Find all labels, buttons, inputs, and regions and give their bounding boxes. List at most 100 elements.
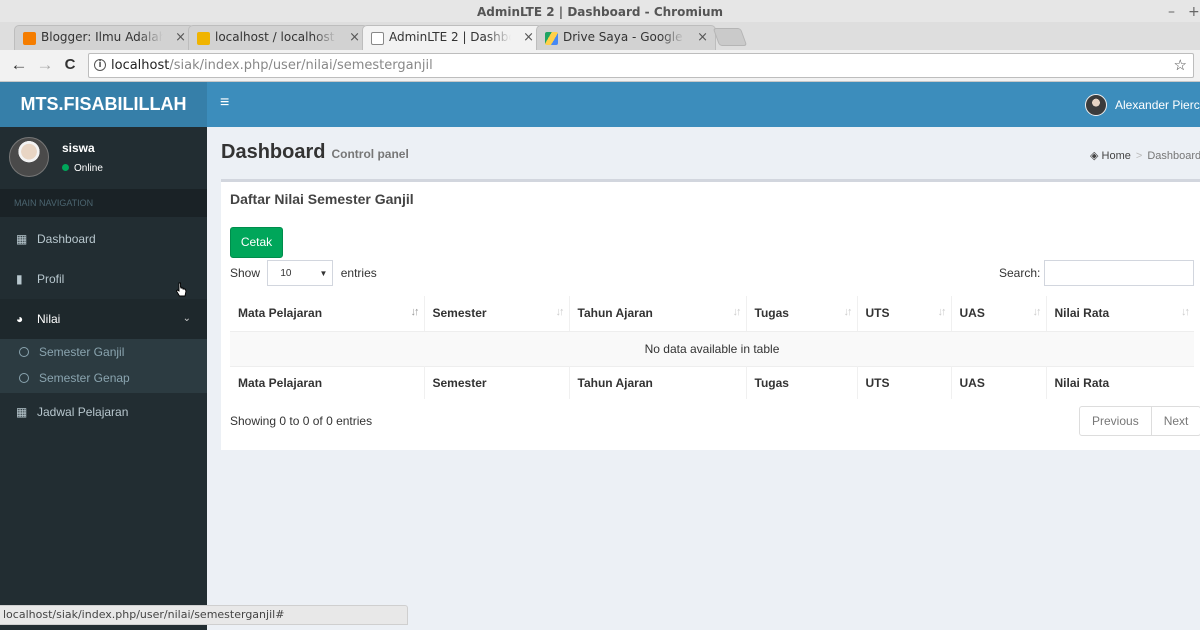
circle-icon <box>19 347 29 357</box>
back-button[interactable]: ← <box>8 54 30 76</box>
window-titlebar: AdminLTE 2 | Dashboard - Chromium – + <box>0 0 1200 24</box>
submenu-item-label: Semester Genap <box>39 371 130 385</box>
address-bar: ← → C i localhost/siak/index.php/user/ni… <box>0 50 1200 82</box>
tab-phpmyadmin[interactable]: localhost / localhost / siak × <box>188 25 368 50</box>
window-title: AdminLTE 2 | Dashboard - Chromium <box>476 5 724 19</box>
online-dot-icon <box>62 164 69 171</box>
header-user-name: Alexander Pierce <box>1115 98 1200 112</box>
footer-mata-pelajaran: Mata Pelajaran <box>230 365 425 399</box>
footer-semester: Semester <box>424 365 570 399</box>
search-input[interactable] <box>1044 260 1194 286</box>
column-header-tugas[interactable]: Tugas ↓↑ <box>746 296 858 332</box>
previous-button[interactable]: Previous <box>1080 407 1151 435</box>
column-header-mata-pelajaran[interactable]: Mata Pelajaran ↓↑ <box>230 296 425 332</box>
sort-icon: ↓↑ <box>937 306 947 318</box>
grades-box: Daftar Nilai Semester Ganjil Cetak Show … <box>221 179 1200 450</box>
tab-label: AdminLTE 2 | Dashboard <box>389 30 511 44</box>
tab-close-icon[interactable]: × <box>697 26 708 49</box>
submenu-item-semester-genap[interactable]: Semester Genap <box>0 365 207 391</box>
maximize-button[interactable]: + <box>1188 0 1200 24</box>
column-label: Semester <box>432 306 487 321</box>
breadcrumb-home[interactable]: Home <box>1102 150 1131 162</box>
column-label: UTS <box>865 306 890 321</box>
nilai-submenu: Semester Ganjil Semester Genap <box>0 339 207 393</box>
column-label: Nilai Rata <box>1054 306 1110 321</box>
table-header-row: Mata Pelajaran ↓↑ Semester ↓↑ Tahun Ajaran… <box>230 296 1194 332</box>
forward-button[interactable]: → <box>34 54 56 76</box>
page-title: Dashboard Control panel <box>221 141 409 164</box>
sidebar-item-label: Profil <box>37 272 65 286</box>
th-icon: ▦ <box>16 405 28 419</box>
tab-close-icon[interactable]: × <box>175 26 186 49</box>
reload-button[interactable]: C <box>59 54 81 76</box>
minimize-button[interactable]: – <box>1168 0 1175 24</box>
adminlte-app: MTS.FISABILILLAH ≡ Alexander Pierce sisw… <box>0 82 1200 630</box>
tab-blogger[interactable]: Blogger: Ilmu Adalah Cahaya × <box>14 25 194 50</box>
dashboard-icon: ◈ <box>1090 150 1099 162</box>
table-info: Showing 0 to 0 of 0 entries <box>230 414 373 428</box>
footer-nilai-rata: Nilai Rata <box>1046 365 1194 399</box>
th-icon: ▦ <box>16 232 28 246</box>
entries-select[interactable]: 10 ▼ <box>267 260 334 286</box>
tab-label: Drive Saya - Google Drive <box>563 30 685 44</box>
search-label: Search: <box>999 266 1041 280</box>
logo[interactable]: MTS.FISABILILLAH <box>0 82 207 127</box>
status-bar: localhost/siak/index.php/user/nilai/seme… <box>0 605 408 625</box>
submenu-item-semester-ganjil[interactable]: Semester Ganjil <box>0 339 207 365</box>
column-label: Tahun Ajaran <box>577 306 653 321</box>
url-host: localhost <box>111 58 170 73</box>
table-footer-row: Mata Pelajaran Semester Tahun Ajaran Tug… <box>230 365 1194 399</box>
footer-tahun-ajaran: Tahun Ajaran <box>569 365 747 399</box>
sidebar: siswa Online MAIN NAVIGATION ▦ Dashboard… <box>0 127 207 630</box>
google-drive-icon <box>545 32 558 45</box>
sort-icon: ↓↑ <box>1032 306 1042 318</box>
sort-icon: ↓↑ <box>732 306 742 318</box>
search-control: Search: <box>999 260 1194 286</box>
entries-select-value: 10 <box>280 268 292 279</box>
sidebar-item-nilai[interactable]: ◕ Nilai ⌄ <box>0 299 207 339</box>
url-input[interactable]: i localhost/siak/index.php/user/nilai/se… <box>88 53 1194 78</box>
circle-icon <box>19 373 29 383</box>
column-header-tahun-ajaran[interactable]: Tahun Ajaran ↓↑ <box>569 296 747 332</box>
url-path: /siak/index.php/user/nilai/semesterganji… <box>169 58 433 73</box>
pagination: Previous Next <box>1079 406 1200 436</box>
sidebar-item-jadwal-pelajaran[interactable]: ▦ Jadwal Pelajaran <box>0 392 207 432</box>
new-tab-button[interactable] <box>712 28 748 46</box>
sidebar-item-dashboard[interactable]: ▦ Dashboard <box>0 219 207 259</box>
column-header-nilai-rata[interactable]: Nilai Rata ↓↑ <box>1046 296 1194 332</box>
mouse-cursor-icon <box>175 282 187 297</box>
sidebar-toggle-icon[interactable]: ≡ <box>220 94 229 112</box>
empty-table-message: No data available in table <box>230 330 1194 366</box>
sidebar-item-label: Nilai <box>37 312 61 326</box>
tab-close-icon[interactable]: × <box>523 26 534 49</box>
column-header-uts[interactable]: UTS ↓↑ <box>857 296 952 332</box>
column-label: Mata Pelajaran <box>238 306 323 321</box>
next-button[interactable]: Next <box>1150 407 1200 435</box>
bookmark-star-icon[interactable]: ☆ <box>1174 54 1187 77</box>
column-header-semester[interactable]: Semester ↓↑ <box>424 296 570 332</box>
print-button[interactable]: Cetak <box>230 227 283 258</box>
tab-label: localhost / localhost / siak <box>215 30 337 44</box>
content-wrapper: Dashboard Control panel ◈ Home > Dashboard … <box>207 127 1200 630</box>
tab-strip: Blogger: Ilmu Adalah Cahaya × localhost … <box>0 22 1200 51</box>
column-header-uas[interactable]: UAS ↓↑ <box>951 296 1047 332</box>
footer-uas: UAS <box>951 365 1047 399</box>
sidebar-item-label: Dashboard <box>37 232 96 246</box>
footer-uts: UTS <box>857 365 952 399</box>
user-panel: siswa Online <box>0 127 207 187</box>
info-icon[interactable]: i <box>94 59 106 71</box>
breadcrumb-current: Dashboard <box>1147 150 1200 162</box>
length-control: Show 10 ▼ entries <box>230 260 377 286</box>
tab-google-drive[interactable]: Drive Saya - Google Drive × <box>536 25 716 50</box>
submenu-item-label: Semester Ganjil <box>39 345 125 359</box>
tab-label: Blogger: Ilmu Adalah Cahaya <box>41 30 163 44</box>
tab-adminlte[interactable]: AdminLTE 2 | Dashboard × <box>362 25 542 51</box>
table-row: No data available in table <box>230 330 1194 366</box>
tab-close-icon[interactable]: × <box>349 26 360 49</box>
avatar <box>9 137 49 177</box>
user-status-label: Online <box>74 163 103 174</box>
sort-icon: ↓↑ <box>843 306 853 318</box>
page-title-text: Dashboard <box>221 141 326 163</box>
book-icon: ▮ <box>16 272 23 286</box>
grades-table: Mata Pelajaran ↓↑ Semester ↓↑ Tahun Ajaran… <box>230 296 1194 399</box>
